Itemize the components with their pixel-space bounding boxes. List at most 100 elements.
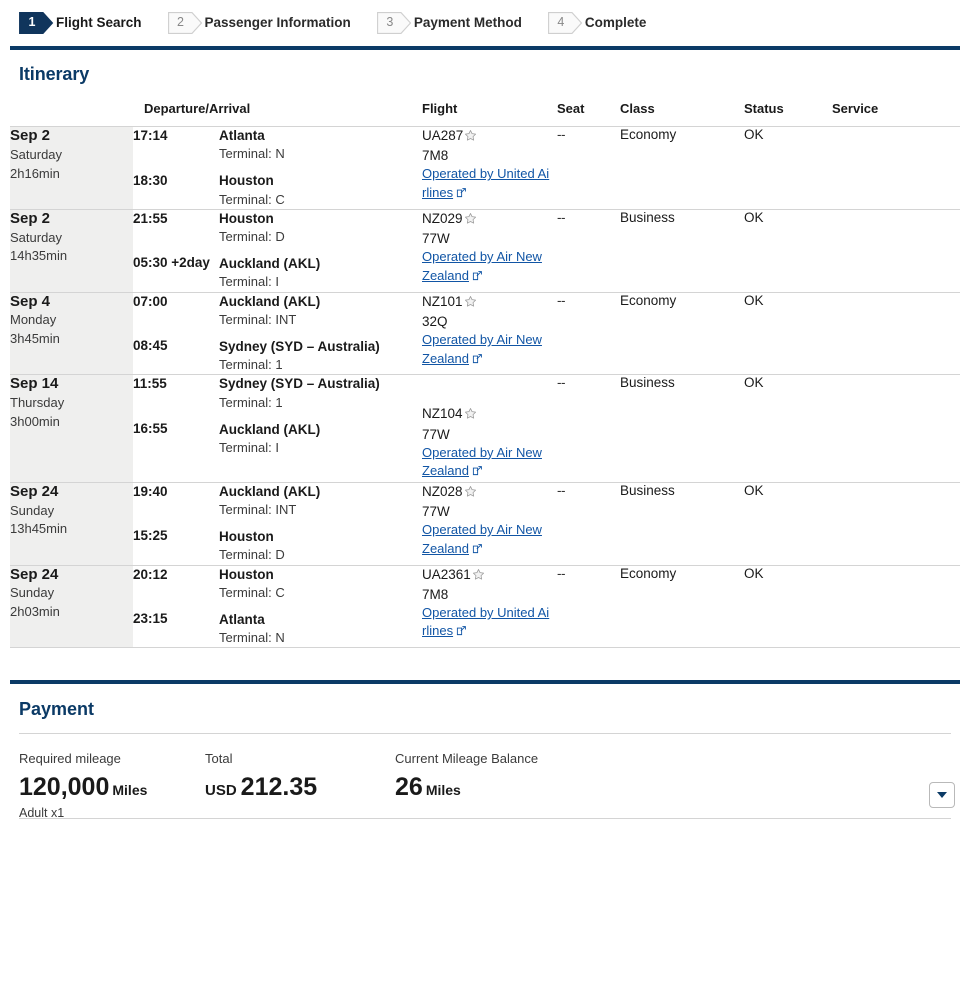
arrival-airport: Auckland (AKL) (219, 256, 321, 272)
step-4[interactable]: 4 Complete (547, 11, 647, 34)
itinerary-table: Departure/Arrival Flight Seat Class Stat… (10, 85, 960, 649)
row-date: Sep 4 (10, 292, 51, 310)
star-icon (472, 568, 485, 586)
operated-by-link[interactable]: Operated by United Airlines (422, 604, 552, 642)
row-status: OK (744, 292, 832, 376)
required-mileage-unit: Miles (112, 781, 148, 798)
operated-by-link[interactable]: Operated by Air New Zealand (422, 444, 552, 482)
row-times-cell: 19:40 15:25 (133, 482, 219, 566)
row-flight-cell: NZ104 77W Operated by Air New Zealand (422, 374, 557, 483)
row-duration: 13h45min (10, 521, 68, 537)
step-3-label: Payment Method (413, 15, 522, 30)
departure-time: 20:12 (133, 566, 168, 582)
arrival-place-block: Auckland (AKL) Terminal: I (219, 421, 422, 457)
step-1[interactable]: 1 Flight Search (19, 11, 142, 34)
row-class: Business (620, 482, 744, 566)
departure-airport: Houston (219, 566, 274, 582)
external-link-icon (472, 268, 483, 286)
row-date-cell: Sep 2 Saturday 2h16min (10, 126, 133, 210)
external-link-icon (456, 623, 467, 641)
row-seat: -- (557, 374, 620, 483)
row-flight-cell: NZ101 32Q Operated by Air New Zealand (422, 292, 557, 376)
column-header-flight: Flight (422, 85, 557, 127)
row-service (832, 482, 960, 566)
required-mileage-block: Required mileage 120,000 Miles Adult x1 (19, 750, 205, 820)
row-status: OK (744, 565, 832, 649)
row-class: Economy (620, 565, 744, 649)
departure-terminal: Terminal: N (219, 146, 285, 162)
row-status: OK (744, 126, 832, 210)
row-times-cell: 21:55 05:30 +2day (133, 209, 219, 293)
step-arrow-icon (547, 11, 583, 34)
departure-time: 11:55 (133, 376, 167, 392)
departure-time: 07:00 (133, 293, 168, 309)
step-1-label: Flight Search (56, 15, 142, 30)
row-date: Sep 24 (10, 565, 59, 583)
row-class: Economy (620, 292, 744, 376)
step-4-label: Complete (584, 15, 647, 30)
star-icon (464, 212, 477, 230)
departure-terminal: Terminal: C (219, 584, 285, 600)
row-duration: 3h00min (10, 414, 60, 430)
row-duration: 14h35min (10, 248, 68, 264)
operated-by-link[interactable]: Operated by United Airlines (422, 165, 552, 203)
arrival-terminal: Terminal: N (219, 630, 285, 646)
row-times-cell: 17:14 18:30 (133, 126, 219, 210)
step-arrow-icon (376, 11, 412, 34)
row-flight-cell: NZ028 77W Operated by Air New Zealand (422, 482, 557, 566)
itinerary-title: Itinerary (19, 64, 90, 84)
required-mileage-label: Required mileage (19, 751, 121, 767)
arrival-time: 08:45 (133, 338, 168, 354)
aircraft-type: 7M8 (422, 148, 449, 164)
step-2-badge: 2 (167, 11, 202, 34)
column-header-seat: Seat (557, 85, 620, 127)
arrival-time: 05:30 +2day (133, 255, 210, 271)
departure-terminal: Terminal: D (219, 229, 285, 245)
operated-by-link[interactable]: Operated by Air New Zealand (422, 248, 552, 286)
departure-place-block: Auckland (AKL) Terminal: INT (219, 483, 422, 519)
row-status: OK (744, 209, 832, 293)
step-3[interactable]: 3 Payment Method (376, 11, 522, 34)
arrival-terminal: Terminal: D (219, 547, 285, 563)
step-1-number: 1 (28, 15, 36, 30)
row-date: Sep 24 (10, 482, 59, 500)
flight-number: NZ028 (422, 483, 557, 503)
departure-place-block: Houston Terminal: D (219, 210, 422, 246)
row-date-cell: Sep 24 Sunday 13h45min (10, 482, 133, 566)
departure-airport: Atlanta (219, 128, 265, 143)
itinerary-row: Sep 4 Monday 3h45min 07:00 08:45 Auckland (AK… (10, 292, 960, 376)
row-times-cell: 11:55 16:55 (133, 374, 219, 483)
mileage-balance-unit: Miles (425, 781, 461, 798)
departure-place-block: Houston Terminal: C (219, 566, 422, 602)
payment-expand-button[interactable] (929, 782, 955, 809)
row-weekday: Saturday (10, 146, 63, 162)
chevron-down-icon (937, 792, 947, 799)
progress-stepper: 1 Flight Search 2 Passenger Information 3 Pay… (0, 0, 970, 45)
total-block: Total USD 212.35 (205, 750, 395, 801)
arrival-airport: Auckland (AKL) (219, 421, 321, 437)
operated-by-link[interactable]: Operated by Air New Zealand (422, 521, 552, 559)
column-header-status: Status (744, 85, 832, 127)
step-2-label: Passenger Information (204, 15, 351, 30)
operated-by-link[interactable]: Operated by Air New Zealand (422, 331, 552, 369)
departure-place-block: Auckland (AKL) Terminal: INT (219, 293, 422, 329)
mileage-balance-label: Current Mileage Balance (395, 751, 539, 767)
departure-airport: Auckland (AKL) (219, 293, 321, 309)
arrival-airport: Atlanta (219, 612, 265, 627)
row-flight-cell: UA2361 7M8 Operated by United Airlines (422, 565, 557, 649)
step-2[interactable]: 2 Passenger Information (167, 11, 351, 34)
row-service (832, 374, 960, 483)
required-mileage-number: 120,000 (19, 772, 110, 801)
arrival-airport: Sydney (SYD – Australia) (219, 339, 380, 355)
arrival-place-block: Atlanta Terminal: N (219, 611, 422, 647)
aircraft-type: 7M8 (422, 586, 449, 602)
row-seat: -- (557, 126, 620, 210)
row-duration: 2h03min (10, 604, 60, 620)
row-date-cell: Sep 14 Thursday 3h00min (10, 374, 133, 483)
row-status: OK (744, 374, 832, 483)
flight-number: UA287 (422, 127, 557, 147)
external-link-icon (472, 541, 483, 559)
row-class: Business (620, 374, 744, 483)
row-duration: 2h16min (10, 165, 60, 181)
aircraft-type: 32Q (422, 313, 448, 329)
